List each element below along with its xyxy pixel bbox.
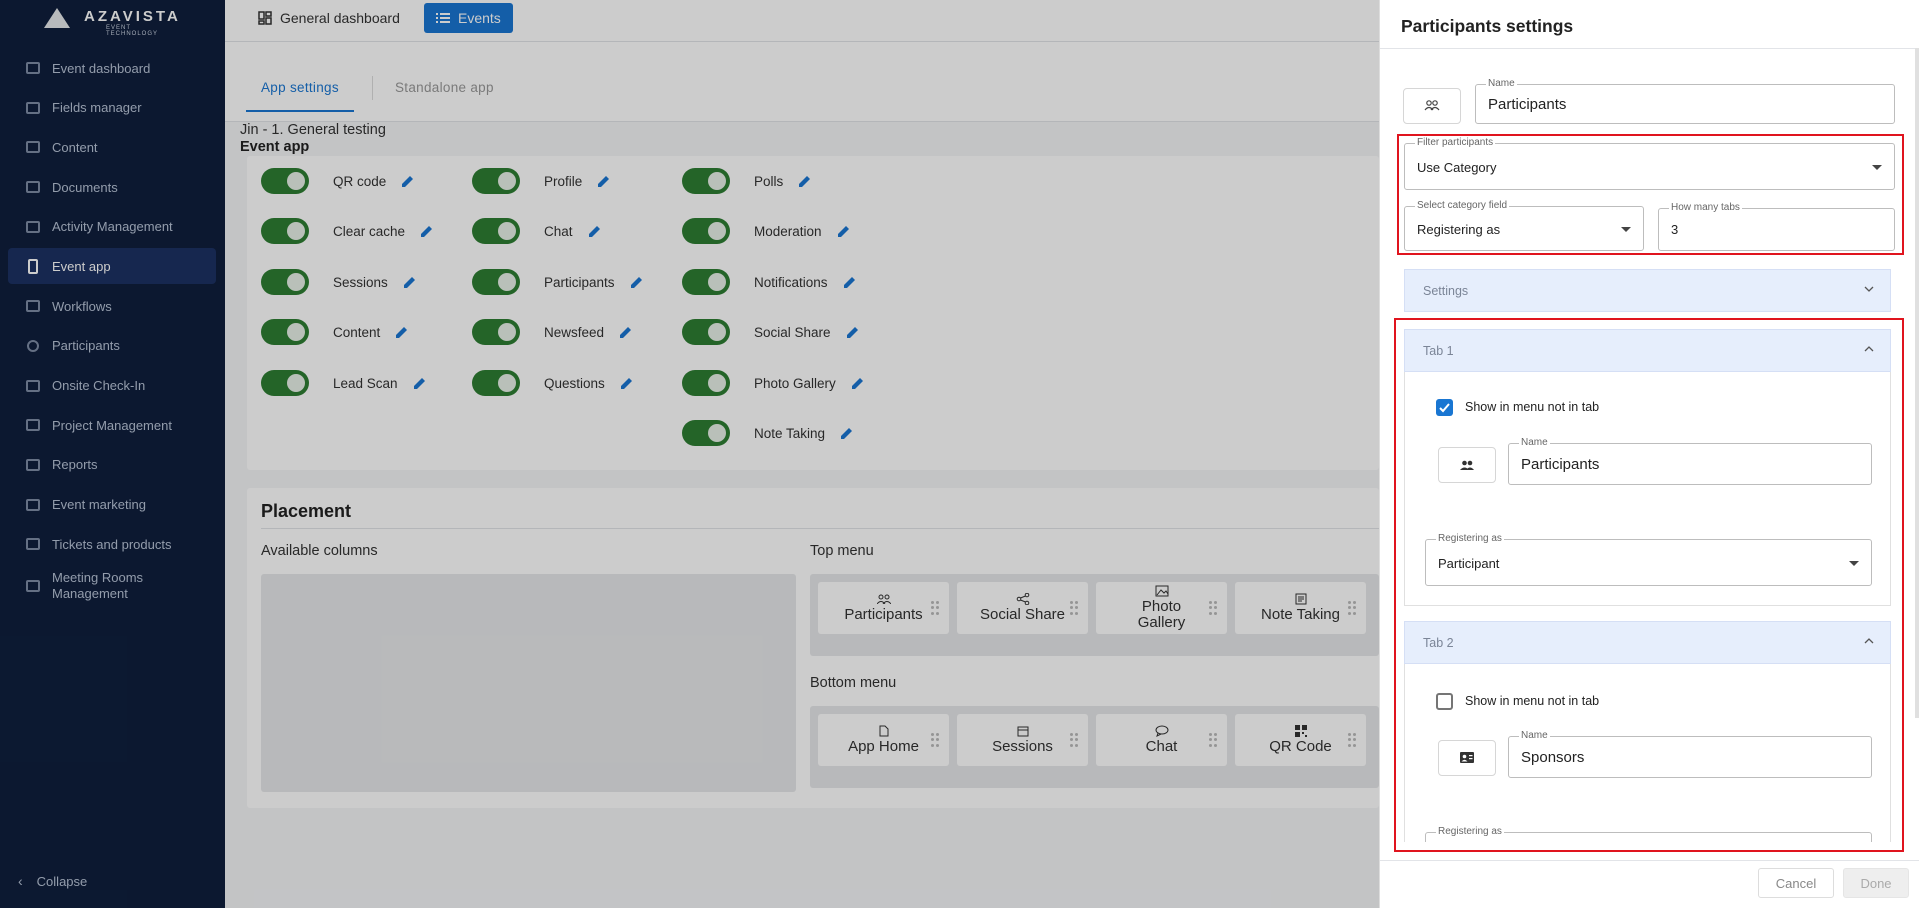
tab1-show-in-menu-checkbox[interactable] [1436,399,1453,416]
name-field-label: Name [1486,78,1517,90]
tab1-icon-picker-button[interactable] [1438,447,1496,483]
caret-down-icon [1849,561,1859,566]
id-card-icon [1460,750,1474,766]
settings-accordion[interactable]: Settings [1404,269,1891,312]
filter-participants-label: Filter participants [1415,137,1496,149]
name-field-value: Participants [1488,96,1567,113]
tab1-name-value: Participants [1521,456,1600,473]
panel-footer-divider [1380,860,1919,861]
name-field[interactable]: Name Participants [1475,78,1895,124]
panel-header-divider [1380,48,1919,49]
cancel-button[interactable]: Cancel [1758,868,1834,898]
tab2-show-in-menu-checkbox[interactable] [1436,693,1453,710]
tabs-count-label: How many tabs [1669,202,1742,214]
tab2-body: Show in menu not in tab Name Sponsors Re… [1404,664,1891,842]
category-field-label: Select category field [1415,200,1510,212]
people-outline-icon [1424,98,1440,114]
tab2-name-value: Sponsors [1521,749,1585,766]
done-button[interactable]: Done [1843,868,1909,898]
chevron-down-icon [1864,286,1874,292]
icon-picker-button[interactable] [1403,88,1461,124]
caret-down-icon [1872,165,1882,170]
tabs-count-field[interactable]: How many tabs 3 [1658,202,1895,251]
chevron-up-icon [1864,638,1874,644]
filter-participants-value: Use Category [1417,160,1497,175]
tab1-accordion-label: Tab 1 [1423,343,1454,358]
category-field-value: Registering as [1417,222,1501,237]
tab2-registering-as-select[interactable]: Registering as [1425,826,1872,842]
tab1-registering-as-select[interactable]: Registering as Participant [1425,533,1872,586]
tab2-icon-picker-button[interactable] [1438,740,1496,776]
chevron-up-icon [1864,346,1874,352]
panel-title: Participants settings [1401,16,1574,36]
panel-scrollbar[interactable] [1915,48,1919,718]
caret-down-icon [1621,227,1631,232]
tab2-accordion-label: Tab 2 [1423,635,1454,650]
tab2-show-in-menu-label: Show in menu not in tab [1465,694,1600,708]
tab2-name-field[interactable]: Name Sponsors [1508,730,1872,778]
tab1-body: Show in menu not in tab Name Participant… [1404,372,1891,606]
participants-settings-panel: Participants settings Name Participants … [1379,0,1919,908]
tab1-registering-as-label: Registering as [1436,533,1504,545]
modal-backdrop[interactable] [0,0,1379,908]
tab1-show-in-menu-label: Show in menu not in tab [1465,400,1600,414]
tab1-accordion[interactable]: Tab 1 [1404,329,1891,372]
tabs-count-value: 3 [1671,222,1679,237]
tab1-name-field[interactable]: Name Participants [1508,437,1872,485]
tab2-name-label: Name [1519,730,1550,742]
tab2-registering-as-label: Registering as [1436,826,1504,838]
tab2-accordion[interactable]: Tab 2 [1404,621,1891,664]
tab1-name-label: Name [1519,437,1550,449]
settings-accordion-label: Settings [1423,283,1469,298]
filter-participants-select[interactable]: Filter participants Use Category [1404,137,1895,190]
tab1-registering-as-value: Participant [1438,556,1500,571]
category-field-select[interactable]: Select category field Registering as [1404,200,1644,251]
people-filled-icon [1460,457,1474,473]
